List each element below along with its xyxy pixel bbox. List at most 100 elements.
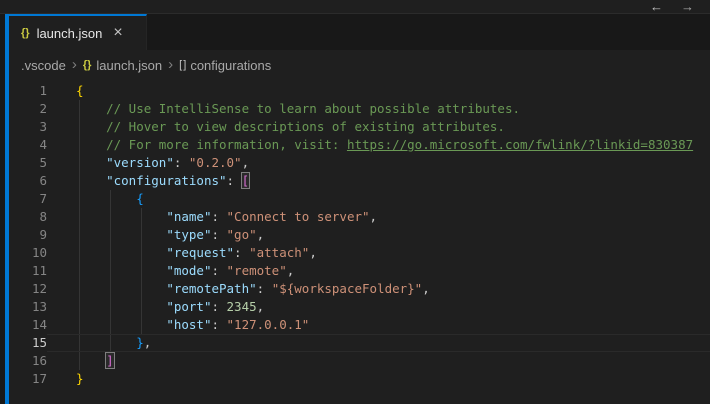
line-number[interactable]: 17: [9, 370, 47, 388]
code-token: // Use IntelliSense to learn about possi…: [76, 101, 520, 116]
code-editor[interactable]: 1{2 // Use IntelliSense to learn about p…: [9, 80, 710, 404]
titlebar: ← →: [0, 0, 710, 14]
code-line[interactable]: 7 {: [9, 190, 710, 208]
code-token: ]: [106, 353, 114, 368]
code-token: [: [242, 173, 250, 188]
code-token: "request": [166, 245, 234, 260]
code-line[interactable]: 5 "version": "0.2.0",: [9, 154, 710, 172]
code-line[interactable]: 2 // Use IntelliSense to learn about pos…: [9, 100, 710, 118]
code-token: "type": [166, 227, 211, 242]
code-token: ,: [144, 335, 152, 350]
code-token: "host": [166, 317, 211, 332]
breadcrumb-label: launch.json: [96, 58, 162, 73]
code-text: "configurations": [: [47, 172, 710, 190]
code-token: [76, 353, 106, 368]
code-token: ,: [370, 209, 378, 224]
nav-forward-icon[interactable]: →: [681, 1, 694, 13]
code-line[interactable]: 15 },: [9, 334, 710, 352]
code-line[interactable]: 14 "host": "127.0.0.1": [9, 316, 710, 334]
code-token: [76, 227, 166, 242]
code-token: "remotePath": [166, 281, 256, 296]
code-line[interactable]: 13 "port": 2345,: [9, 298, 710, 316]
code-token: ,: [422, 281, 430, 296]
code-token: ,: [242, 155, 250, 170]
line-number[interactable]: 15: [9, 334, 47, 352]
line-number[interactable]: 8: [9, 208, 47, 226]
line-number[interactable]: 14: [9, 316, 47, 334]
code-text: // For more information, visit: https://…: [47, 136, 710, 154]
code-line[interactable]: 4 // For more information, visit: https:…: [9, 136, 710, 154]
breadcrumb-item-vscode[interactable]: .vscode: [21, 58, 66, 73]
code-token: [76, 173, 106, 188]
code-text: "type": "go",: [47, 226, 710, 244]
code-token: [76, 317, 166, 332]
line-number[interactable]: 4: [9, 136, 47, 154]
code-token: [76, 191, 136, 206]
code-text: },: [47, 334, 710, 352]
breadcrumb: .vscode › {} launch.json › [ ] configura…: [9, 50, 710, 80]
json-braces-icon: {}: [83, 59, 92, 71]
breadcrumb-label: configurations: [190, 58, 271, 73]
code-token: {: [136, 191, 144, 206]
code-token: [76, 209, 166, 224]
code-token: :: [174, 155, 189, 170]
code-text: }: [47, 370, 710, 388]
line-number[interactable]: 2: [9, 100, 47, 118]
code-token: [76, 281, 166, 296]
code-line[interactable]: 11 "mode": "remote",: [9, 262, 710, 280]
tab-label: launch.json: [37, 26, 103, 41]
code-token: "go": [227, 227, 257, 242]
code-token: :: [211, 227, 226, 242]
code-text: "mode": "remote",: [47, 262, 710, 280]
code-line[interactable]: 10 "request": "attach",: [9, 244, 710, 262]
code-text: {: [47, 190, 710, 208]
breadcrumb-item-launch-json[interactable]: {} launch.json: [83, 58, 162, 73]
line-number[interactable]: 11: [9, 262, 47, 280]
tab-launch-json[interactable]: {} launch.json ×: [9, 14, 147, 50]
code-token: 2345: [227, 299, 257, 314]
code-line[interactable]: 17}: [9, 370, 710, 388]
code-text: // Use IntelliSense to learn about possi…: [47, 100, 710, 118]
line-number[interactable]: 5: [9, 154, 47, 172]
comment-link[interactable]: https://go.microsoft.com/fwlink/?linkid=…: [347, 137, 693, 152]
json-braces-icon: {}: [21, 27, 30, 39]
code-token: ,: [309, 245, 317, 260]
code-token: "${workspaceFolder}": [272, 281, 423, 296]
code-line[interactable]: 12 "remotePath": "${workspaceFolder}",: [9, 280, 710, 298]
line-number[interactable]: 7: [9, 190, 47, 208]
nav-back-icon[interactable]: ←: [650, 1, 663, 13]
code-token: [76, 155, 106, 170]
line-number[interactable]: 12: [9, 280, 47, 298]
code-token: :: [227, 173, 242, 188]
breadcrumb-label: .vscode: [21, 58, 66, 73]
code-token: :: [234, 245, 249, 260]
line-number[interactable]: 16: [9, 352, 47, 370]
code-token: [76, 299, 166, 314]
line-number[interactable]: 3: [9, 118, 47, 136]
line-number[interactable]: 13: [9, 298, 47, 316]
code-line[interactable]: 9 "type": "go",: [9, 226, 710, 244]
code-token: "port": [166, 299, 211, 314]
line-number[interactable]: 9: [9, 226, 47, 244]
code-token: :: [257, 281, 272, 296]
code-line[interactable]: 1{: [9, 82, 710, 100]
close-icon[interactable]: ×: [113, 26, 122, 40]
code-text: "request": "attach",: [47, 244, 710, 262]
code-token: :: [211, 209, 226, 224]
breadcrumb-item-configurations[interactable]: [ ] configurations: [179, 58, 271, 73]
line-number[interactable]: 6: [9, 172, 47, 190]
code-token: }: [136, 335, 144, 350]
code-line[interactable]: 16 ]: [9, 352, 710, 370]
code-line[interactable]: 8 "name": "Connect to server",: [9, 208, 710, 226]
code-line[interactable]: 3 // Hover to view descriptions of exist…: [9, 118, 710, 136]
code-text: "remotePath": "${workspaceFolder}",: [47, 280, 710, 298]
code-token: ,: [257, 299, 265, 314]
code-token: "version": [106, 155, 174, 170]
code-line[interactable]: 6 "configurations": [: [9, 172, 710, 190]
code-text: "name": "Connect to server",: [47, 208, 710, 226]
line-number[interactable]: 10: [9, 244, 47, 262]
chevron-right-icon: ›: [72, 58, 77, 72]
code-token: "remote": [227, 263, 287, 278]
line-number[interactable]: 1: [9, 82, 47, 100]
code-text: "port": 2345,: [47, 298, 710, 316]
